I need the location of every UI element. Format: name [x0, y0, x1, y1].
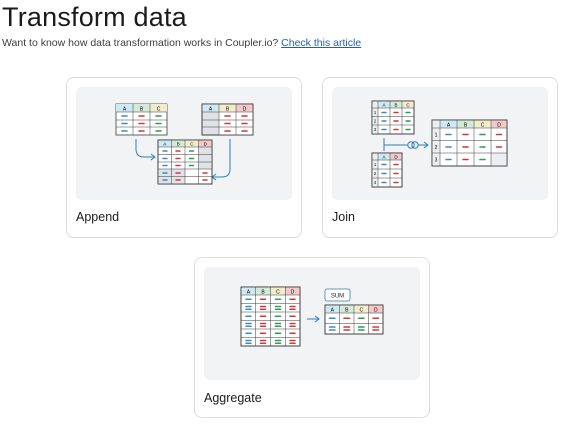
join-label: Join [332, 210, 355, 224]
col-header-c: C [157, 107, 161, 113]
col-header-c: C [481, 123, 485, 129]
append-source-table-1: A B C [115, 103, 168, 136]
col-header-d: D [374, 308, 378, 314]
aggregate-diagram: A B C D SUM A B C D [240, 286, 384, 347]
join-connector [383, 138, 429, 151]
aggregate-arrow [307, 315, 320, 323]
aggregate-source-table: A B C D [240, 286, 301, 347]
col-header-a: A [382, 103, 385, 108]
append-diagram: A B C A B D A B C D [115, 103, 254, 185]
sum-badge-label: SUM [331, 294, 344, 300]
row-header-3: 3 [435, 158, 438, 164]
append-result-table: A B C D [157, 139, 213, 185]
col-header-b: B [394, 103, 397, 108]
join-illustration: A B C 1 2 3 A D 1 2 4 A B C D 1 2 3 [332, 87, 548, 200]
join-source-table-2: A D 1 2 4 [371, 152, 403, 188]
col-header-c: C [276, 290, 280, 296]
subtitle-text: Want to know how data transformation wor… [2, 37, 279, 49]
col-header-a: A [382, 155, 385, 160]
append-illustration: A B C A B D A B C D [76, 87, 292, 200]
aggregate-label: Aggregate [204, 391, 262, 405]
col-header-a: A [163, 142, 166, 147]
check-article-link[interactable]: Check this article [281, 37, 361, 49]
join-card[interactable]: A B C 1 2 3 A D 1 2 4 A B C D 1 2 3 Join [322, 77, 558, 238]
join-source-table-1: A B C 1 2 3 [371, 100, 415, 135]
join-result-table: A B C D 1 2 3 [431, 119, 508, 167]
append-label: Append [76, 210, 120, 224]
page-subtitle: Want to know how data transformation wor… [2, 37, 361, 49]
row-header-1: 1 [435, 133, 438, 139]
append-card[interactable]: A B C A B D A B C D Append [66, 77, 302, 238]
page-title: Transform data [2, 2, 187, 32]
col-header-d: D [243, 107, 247, 113]
col-header-c: C [359, 308, 363, 314]
col-header-d: D [291, 290, 295, 296]
aggregate-illustration: A B C D SUM A B C D [204, 267, 420, 380]
row-header-2: 2 [435, 145, 438, 151]
aggregate-card[interactable]: A B C D SUM A B C D Aggregate [194, 257, 430, 418]
col-header-b: B [177, 142, 180, 147]
join-diagram: A B C 1 2 3 A D 1 2 4 A B C D 1 2 3 [371, 100, 508, 188]
sum-badge: SUM [324, 288, 351, 302]
append-source-table-2: A B D [201, 103, 254, 136]
aggregate-result-table: A B C D [324, 304, 384, 335]
col-header-d: D [497, 123, 501, 129]
